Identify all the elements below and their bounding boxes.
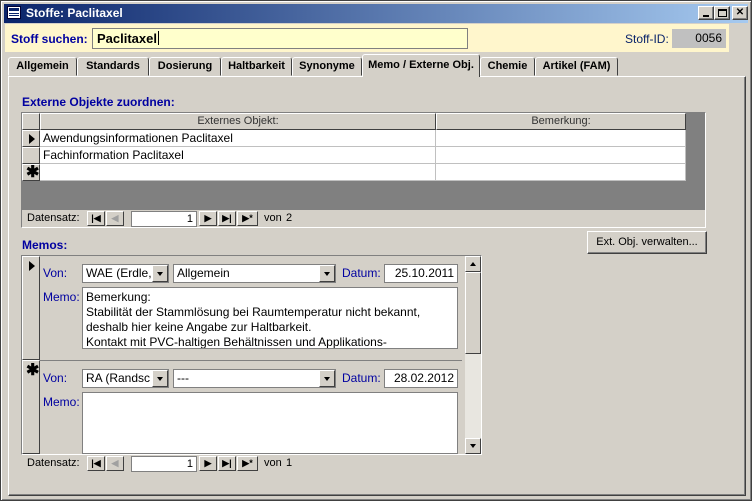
nav-record-input[interactable]: 1 (131, 456, 197, 472)
memo-label: Memo: (43, 290, 80, 304)
tab-dosierung[interactable]: Dosierung (149, 57, 221, 76)
from-label: Von: (43, 371, 68, 385)
memo-record-new: Von: RA (Randsc --- Datum: 28.02.2012 Me… (40, 360, 462, 454)
category-combo[interactable]: --- (173, 369, 336, 388)
memos-scrollbar[interactable] (465, 256, 481, 454)
table-row-cell-object[interactable]: Fachinformation Paclitaxel (40, 147, 436, 164)
new-record-selector[interactable]: ✱ (22, 164, 40, 181)
nav-of-label: von (264, 457, 282, 469)
tab-haltbarkeit[interactable]: Haltbarkeit (221, 57, 292, 76)
nav-of-label: von (264, 212, 282, 224)
external-record-navigator: Datensatz: |◀ ◀ 1 ▶ ▶| ▶* von 2 (22, 210, 705, 227)
scroll-down-button[interactable] (465, 438, 481, 454)
table-row-cell-note[interactable] (436, 147, 686, 164)
maximize-icon (718, 9, 727, 17)
nav-prev-button[interactable]: ◀ (106, 456, 124, 471)
memo-line: Stabilität der Stammlösung bei Raumtempe… (86, 305, 421, 319)
new-row-cell-note[interactable] (436, 164, 686, 181)
memos-title: Memos: (22, 238, 68, 252)
category-value: Allgemein (177, 266, 230, 280)
date-label: Datum: (342, 371, 381, 385)
id-value: 0056 (672, 29, 726, 48)
author-combo[interactable]: RA (Randsc (82, 369, 169, 388)
memo-line: Bemerkung: (86, 290, 151, 304)
nav-next-button[interactable]: ▶ (199, 456, 217, 471)
memo-label: Memo: (43, 395, 80, 409)
new-record-icon: ✱ (26, 362, 40, 379)
record-selector-current[interactable] (22, 130, 40, 147)
external-objects-grid: Externes Objekt: Bemerkung: Awendungsinf… (21, 112, 706, 228)
table-row-cell-note[interactable] (436, 130, 686, 147)
nav-prev-button[interactable]: ◀ (106, 211, 124, 226)
nav-label: Datensatz: (27, 212, 80, 224)
app-window: Stoffe: Paclitaxel ✕ Stoff suchen: Pacli… (0, 0, 752, 501)
tab-standards[interactable]: Standards (77, 57, 149, 76)
memo-line: deshalb hier keine Angabe zur Haltbarkei… (86, 320, 312, 334)
column-header-note[interactable]: Bemerkung: (436, 113, 686, 130)
tab-synonyme[interactable]: Synonyme (292, 57, 362, 76)
search-input[interactable]: Paclitaxel (92, 28, 468, 49)
nav-last-button[interactable]: ▶| (218, 211, 236, 226)
search-value: Paclitaxel (97, 31, 157, 46)
search-label: Stoff suchen: (11, 32, 88, 46)
chevron-down-icon[interactable] (152, 370, 168, 387)
nav-total: 1 (286, 457, 293, 469)
manage-external-objects-button[interactable]: Ext. Obj. verwalten... (587, 231, 707, 254)
memo-record: Von: WAE (Erdle, Allgemein Datum: 25.10.… (40, 256, 462, 360)
grid-corner (22, 113, 40, 130)
new-record-icon: ✱ (26, 164, 40, 181)
new-row-cell-object[interactable] (40, 164, 436, 181)
nav-total: 2 (286, 212, 293, 224)
tab-allgemein[interactable]: Allgemein (8, 57, 77, 76)
minimize-button[interactable] (698, 6, 714, 20)
table-row-cell-object[interactable]: Awendungsinformationen Paclitaxel (40, 130, 436, 147)
date-field[interactable]: 25.10.2011 (384, 264, 458, 283)
memo-textarea[interactable] (82, 392, 458, 454)
tab-chemie[interactable]: Chemie (480, 57, 535, 76)
memos-subform: Von: WAE (Erdle, Allgemein Datum: 25.10.… (21, 255, 482, 455)
category-value: --- (177, 371, 189, 385)
chevron-down-icon[interactable] (319, 265, 335, 282)
author-value: WAE (Erdle, (86, 266, 152, 280)
new-record-selector[interactable]: ✱ (22, 360, 40, 454)
external-objects-title: Externe Objekte zuordnen: (22, 95, 175, 109)
author-value: RA (Randsc (86, 371, 151, 385)
date-label: Datum: (342, 266, 381, 280)
tab-memo-externe-obj[interactable]: Memo / Externe Obj. (362, 54, 480, 77)
scroll-thumb[interactable] (465, 272, 481, 354)
from-label: Von: (43, 266, 68, 280)
nav-last-button[interactable]: ▶| (218, 456, 236, 471)
record-selector-current[interactable] (22, 256, 40, 360)
nav-first-button[interactable]: |◀ (87, 456, 105, 471)
memo-textarea[interactable]: Bemerkung: Stabilität der Stammlösung be… (82, 287, 458, 349)
chevron-down-icon[interactable] (152, 265, 168, 282)
nav-record-input[interactable]: 1 (131, 211, 197, 227)
nav-first-button[interactable]: |◀ (87, 211, 105, 226)
maximize-button[interactable] (714, 6, 730, 20)
tab-artikel-fam[interactable]: Artikel (FAM) (535, 57, 618, 76)
memo-record-navigator: Datensatz: |◀ ◀ 1 ▶ ▶| ▶* von 1 (22, 455, 482, 472)
minimize-icon (703, 15, 709, 17)
current-record-icon (29, 134, 35, 144)
current-record-icon (29, 261, 35, 271)
close-button[interactable]: ✕ (732, 6, 748, 20)
close-icon: ✕ (735, 7, 745, 18)
memo-line: Kontakt mit PVC-haltigen Behältnissen un… (86, 335, 387, 349)
nav-new-button[interactable]: ▶* (237, 456, 258, 471)
category-combo[interactable]: Allgemein (173, 264, 336, 283)
id-label: Stoff-ID: (625, 32, 669, 46)
column-header-object[interactable]: Externes Objekt: (40, 113, 436, 130)
window-title: Stoffe: Paclitaxel (26, 6, 123, 20)
chevron-down-icon[interactable] (319, 370, 335, 387)
nav-next-button[interactable]: ▶ (199, 211, 217, 226)
nav-label: Datensatz: (27, 457, 80, 469)
title-bar[interactable]: Stoffe: Paclitaxel ✕ (4, 4, 748, 23)
date-field[interactable]: 28.02.2012 (384, 369, 458, 388)
nav-new-button[interactable]: ▶* (237, 211, 258, 226)
record-selector[interactable] (22, 147, 40, 164)
author-combo[interactable]: WAE (Erdle, (82, 264, 169, 283)
form-icon (7, 6, 21, 19)
scroll-up-button[interactable] (465, 256, 481, 272)
text-caret (158, 31, 159, 45)
